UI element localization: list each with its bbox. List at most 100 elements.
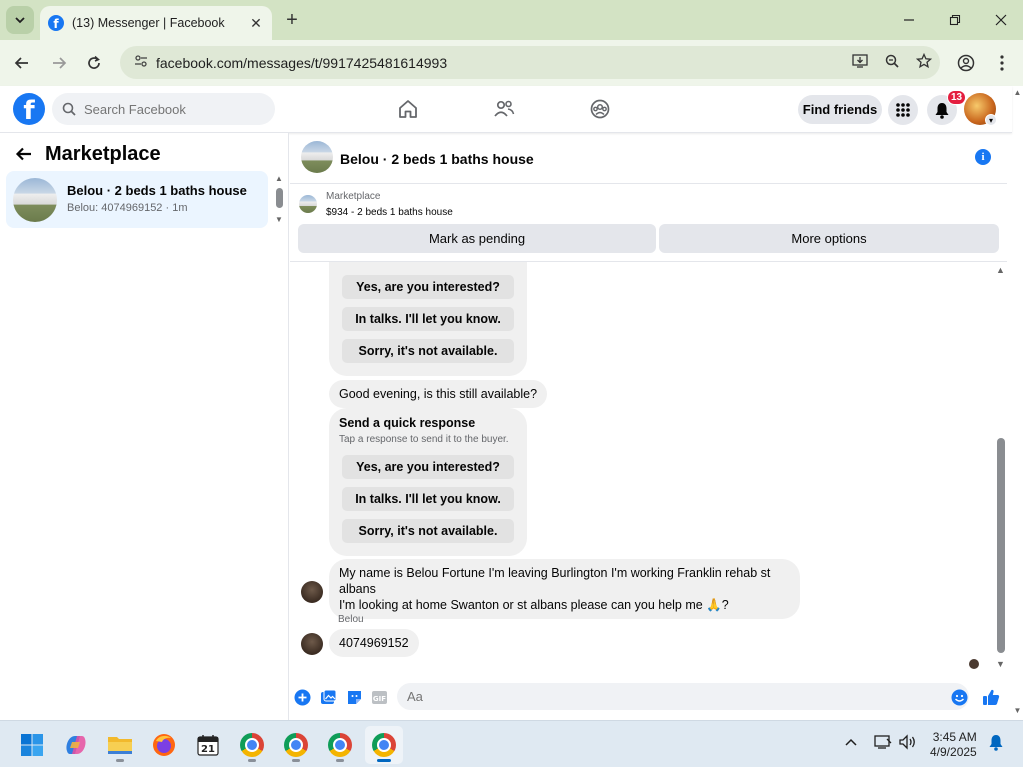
emoji-icon[interactable] [950, 688, 968, 706]
facebook-header: f Find friends 13 ▾ [0, 86, 1012, 133]
messages-scroll-up-arrow[interactable]: ▲ [996, 265, 1005, 275]
taskbar-chrome[interactable] [277, 726, 315, 764]
photo-icon[interactable] [319, 688, 337, 706]
reload-button[interactable] [82, 51, 106, 75]
find-friends-button[interactable]: Find friends [798, 95, 882, 124]
tab-close-button[interactable]: ✕ [246, 13, 266, 33]
plus-icon[interactable] [293, 688, 311, 706]
taskbar-copilot[interactable] [57, 726, 95, 764]
address-bar[interactable]: facebook.com/messages/t/9917425481614993 [120, 46, 940, 79]
nav-home[interactable] [395, 96, 421, 122]
more-vertical-icon [1000, 55, 1004, 71]
forward-button[interactable] [47, 51, 71, 75]
grid-menu-icon [896, 103, 910, 117]
back-button[interactable] [10, 51, 34, 75]
sidebar-scroll-up-arrow[interactable]: ▲ [275, 174, 283, 183]
taskbar-running-indicator [116, 759, 124, 762]
taskbar-active-indicator [377, 759, 391, 762]
message-bubble: My name is Belou Fortune I'm leaving Bur… [329, 559, 800, 619]
quick-response-button[interactable]: In talks. I'll let you know. [342, 487, 514, 511]
volume-icon[interactable] [899, 734, 917, 753]
search-input[interactable] [84, 101, 264, 117]
message-input[interactable] [407, 689, 927, 704]
new-tab-button[interactable]: + [280, 8, 304, 32]
info-icon[interactable]: i [975, 149, 991, 165]
facebook-logo-icon[interactable]: f [13, 93, 45, 125]
calendar-day-text: 21 [201, 744, 215, 755]
facebook-search[interactable] [52, 93, 275, 125]
sender-avatar[interactable] [301, 633, 323, 655]
taskbar-running-indicator [292, 759, 300, 762]
message-list: Yes, are you interested? In talks. I'll … [290, 262, 995, 677]
restore-button[interactable] [941, 6, 969, 34]
quick-response-subtitle: Tap a response to send it to the buyer. [339, 434, 509, 445]
facebook-favicon-icon: f [48, 15, 64, 31]
back-arrow-icon[interactable] [15, 146, 33, 167]
listing-price[interactable]: $934 - 2 beds 1 baths house [326, 207, 453, 218]
notification-bell-icon[interactable] [988, 734, 1004, 754]
taskbar-file-explorer[interactable] [101, 726, 139, 764]
chat-title[interactable]: Belou · 2 beds 1 baths house [340, 151, 534, 167]
chrome-icon [240, 733, 264, 757]
quick-response-title: Send a quick response [339, 416, 476, 430]
chevron-down-icon[interactable]: ▾ [985, 114, 997, 126]
message-composer: GIF [290, 679, 1012, 720]
like-thumb-icon[interactable] [982, 688, 1000, 706]
mark-as-pending-button[interactable]: Mark as pending [298, 224, 656, 253]
nav-friends[interactable] [491, 96, 517, 122]
sidebar-scroll-down-arrow[interactable]: ▼ [275, 215, 283, 224]
browser-tab-messenger[interactable]: f (13) Messenger | Facebook ✕ [40, 6, 272, 40]
gif-icon[interactable]: GIF [370, 688, 388, 706]
url-text[interactable]: facebook.com/messages/t/9917425481614993 [156, 55, 844, 71]
messages-scrollbar-thumb[interactable] [997, 438, 1005, 653]
messages-scroll-down-arrow[interactable]: ▼ [996, 659, 1005, 669]
sticker-icon[interactable] [345, 688, 363, 706]
system-clock[interactable]: 3:45 AM 4/9/2025 [930, 730, 977, 760]
install-app-icon[interactable] [844, 54, 876, 71]
start-button[interactable] [13, 726, 51, 764]
page-scroll-up-arrow[interactable]: ▲ [1012, 88, 1023, 100]
taskbar-chrome-active[interactable] [365, 726, 403, 764]
quick-response-button[interactable]: Sorry, it's not available. [342, 519, 514, 543]
tab-search-button[interactable] [6, 6, 34, 34]
page-scroll-down-arrow[interactable]: ▼ [1012, 706, 1023, 718]
taskbar-calendar[interactable]: 21 [189, 726, 227, 764]
taskbar-firefox[interactable] [145, 726, 183, 764]
network-icon[interactable] [874, 734, 892, 753]
quick-response-button[interactable]: Sorry, it's not available. [342, 339, 514, 363]
zoom-icon[interactable] [876, 54, 908, 71]
browser-menu-button[interactable] [990, 51, 1014, 75]
conversation-item[interactable]: Belou · 2 beds 1 baths house Belou: 4074… [6, 171, 268, 228]
minimize-button[interactable] [895, 6, 923, 34]
taskbar-chrome[interactable] [233, 726, 271, 764]
quick-response-button[interactable]: In talks. I'll let you know. [342, 307, 514, 331]
chat-avatar[interactable] [301, 141, 333, 173]
sidebar-scrollbar-thumb[interactable] [276, 188, 283, 208]
nav-groups[interactable] [587, 96, 613, 122]
bookmark-star-icon[interactable] [908, 52, 940, 72]
quick-response-button[interactable]: Yes, are you interested? [342, 455, 514, 479]
profile-button[interactable] [954, 51, 978, 75]
tab-title: (13) Messenger | Facebook [72, 16, 225, 30]
seen-indicator-avatar [969, 659, 979, 669]
groups-icon [590, 99, 610, 119]
sender-avatar[interactable] [301, 581, 323, 603]
copilot-icon [66, 736, 86, 754]
close-window-button[interactable] [987, 6, 1015, 34]
quick-response-card: Yes, are you interested? In talks. I'll … [329, 262, 527, 376]
browser-toolbar: facebook.com/messages/t/9917425481614993 [0, 40, 1023, 86]
listing-bar: Marketplace $934 - 2 beds 1 baths house … [290, 185, 1007, 262]
browser-tab-bar: f (13) Messenger | Facebook ✕ + [0, 0, 1023, 40]
menu-button[interactable] [888, 95, 918, 125]
message-input-box[interactable] [397, 683, 969, 710]
listing-label: Marketplace [326, 191, 381, 202]
listing-thumbnail [13, 178, 57, 222]
quick-response-button[interactable]: Yes, are you interested? [342, 275, 514, 299]
site-info-icon[interactable] [126, 54, 156, 71]
chevron-up-icon[interactable] [845, 734, 857, 750]
more-options-button[interactable]: More options [659, 224, 999, 253]
marketplace-sidebar: Marketplace Belou · 2 beds 1 baths house… [0, 133, 289, 720]
svg-text:GIF: GIF [372, 695, 385, 703]
taskbar-chrome[interactable] [321, 726, 359, 764]
sender-name: Belou [338, 614, 364, 625]
